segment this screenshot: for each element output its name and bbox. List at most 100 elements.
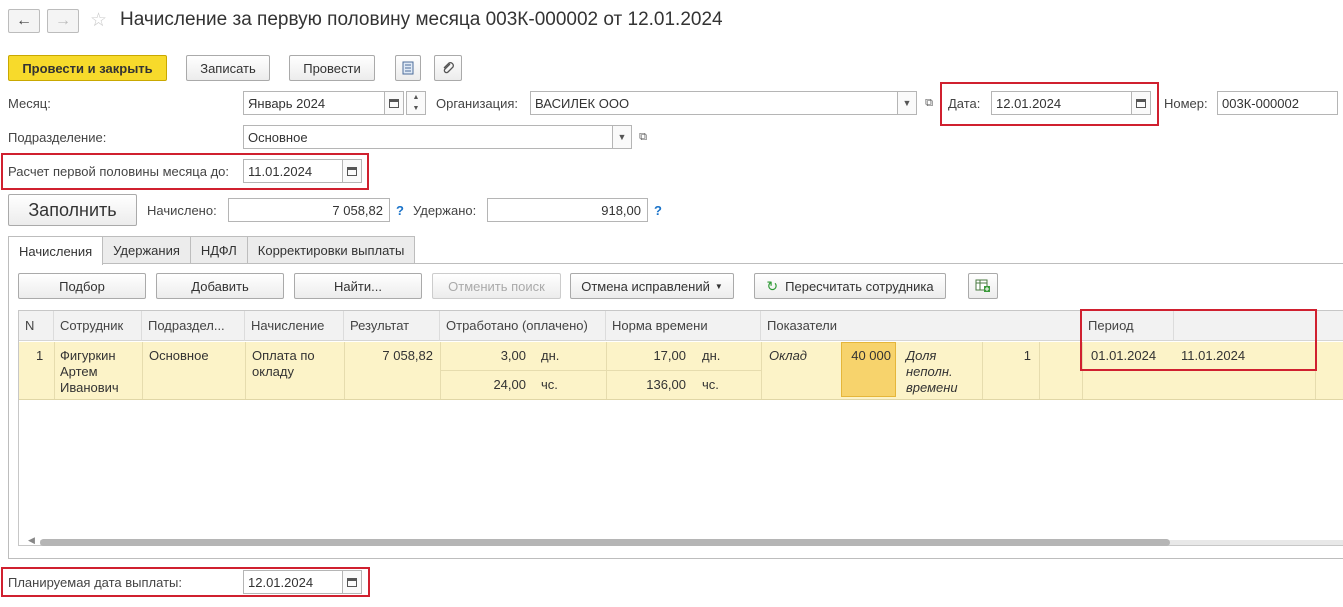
accruals-table[interactable]: N Сотрудник Подраздел... Начисление Резу…	[18, 310, 1343, 546]
organization-dropdown-button[interactable]: ▼	[897, 91, 917, 115]
cell-indicator-value[interactable]: 40 000	[841, 342, 896, 397]
tab-ndfl[interactable]: НДФЛ	[189, 236, 248, 264]
cell-accrual-line2: окладу	[252, 364, 294, 379]
attach-button[interactable]	[434, 55, 462, 81]
planned-date-calendar-button[interactable]	[342, 570, 362, 594]
row-inner-divider	[440, 370, 761, 371]
department-open-button[interactable]: ⧉	[634, 128, 652, 146]
organization-label: Организация:	[436, 96, 519, 111]
date-label: Дата:	[948, 96, 981, 111]
calendar-icon	[347, 166, 357, 176]
back-button[interactable]: ←	[8, 9, 40, 33]
scrollbar-thumb[interactable]	[40, 539, 1170, 546]
withheld-help-icon[interactable]: ?	[654, 203, 662, 218]
calc-until-label: Расчет первой половины месяца до:	[8, 164, 229, 179]
post-and-close-button[interactable]: Провести и закрыть	[8, 55, 167, 81]
row-divider	[344, 342, 345, 399]
calendar-icon	[1136, 98, 1146, 108]
row-divider	[761, 342, 762, 399]
add-button[interactable]: Добавить	[156, 273, 284, 299]
month-field[interactable]: Январь 2024 ▲ ▼	[243, 91, 426, 115]
column-header-accrual[interactable]: Начисление	[245, 311, 344, 341]
scroll-left-icon[interactable]: ◀	[28, 535, 35, 546]
cancel-corrections-button[interactable]: Отмена исправлений ▼	[570, 273, 734, 299]
tab-deductions[interactable]: Удержания	[102, 236, 191, 264]
cancel-corrections-label: Отмена исправлений	[581, 278, 710, 294]
cell-n: 1	[36, 348, 44, 363]
page-title: Начисление за первую половину месяца 003…	[120, 9, 723, 30]
cell-norm-hours: 136,00	[646, 377, 686, 392]
cell-employee-line2: Артем	[60, 364, 98, 379]
cell-employee-line3: Иванович	[60, 380, 119, 395]
department-field[interactable]: Основное ▼	[243, 125, 632, 149]
open-link-icon: ⧉	[639, 130, 647, 143]
month-spinner[interactable]: ▲ ▼	[406, 91, 426, 115]
planned-date-field[interactable]: 12.01.2024	[243, 570, 362, 594]
cell-norm-hours-unit: чс.	[702, 377, 719, 392]
date-field[interactable]: 12.01.2024	[991, 91, 1151, 115]
chevron-down-icon: ▼	[902, 98, 912, 108]
cell-employee-line1: Фигуркин	[60, 348, 116, 363]
column-header-employee[interactable]: Сотрудник	[54, 311, 142, 341]
row-divider	[1039, 342, 1040, 399]
cell-worked-days: 3,00	[500, 348, 526, 363]
withheld-field: 918,00	[487, 198, 648, 222]
row-divider	[245, 342, 246, 399]
cell-worked-hours-unit: чс.	[541, 377, 558, 392]
planned-date-label: Планируемая дата выплаты:	[8, 575, 182, 590]
row-divider	[982, 342, 983, 399]
accrued-help-icon[interactable]: ?	[396, 203, 404, 218]
organization-value: ВАСИЛЕК ООО	[535, 95, 630, 111]
column-header-period[interactable]: Период	[1082, 311, 1174, 341]
cell-part-time-value: 1	[1023, 348, 1031, 363]
cancel-search-button[interactable]: Отменить поиск	[432, 273, 561, 299]
cell-norm-days: 17,00	[653, 348, 686, 363]
tab-accruals[interactable]: Начисления	[8, 236, 104, 265]
tab-payment-corrections[interactable]: Корректировки выплаты	[246, 236, 416, 264]
fill-button[interactable]: Заполнить	[8, 194, 137, 226]
cell-result: 7 058,82	[382, 348, 433, 363]
column-header-indicators[interactable]: Показатели	[761, 311, 1082, 341]
forward-button[interactable]: →	[47, 9, 79, 33]
row-divider	[1315, 342, 1316, 399]
favorite-star-icon[interactable]: ☆	[90, 9, 107, 32]
cell-department: Основное	[149, 348, 209, 363]
recalculate-employee-button[interactable]: ↻ Пересчитать сотрудника	[754, 273, 946, 299]
table-add-icon	[975, 279, 990, 292]
column-header-period-end[interactable]	[1174, 311, 1343, 341]
grid-settings-button[interactable]	[968, 273, 998, 299]
cell-indicator-name: Оклад	[769, 348, 807, 363]
date-calendar-button[interactable]	[1131, 91, 1151, 115]
calendar-icon	[347, 577, 357, 587]
organization-field[interactable]: ВАСИЛЕК ООО ▼	[530, 91, 917, 115]
column-header-result[interactable]: Результат	[344, 311, 440, 341]
post-button[interactable]: Провести	[289, 55, 375, 81]
month-calendar-button[interactable]	[384, 91, 404, 115]
chevron-down-icon: ▼	[714, 281, 723, 291]
save-button[interactable]: Записать	[186, 55, 270, 81]
column-header-department[interactable]: Подраздел...	[142, 311, 245, 341]
print-button[interactable]	[395, 55, 421, 81]
organization-open-button[interactable]: ⧉	[920, 94, 938, 112]
column-header-worked[interactable]: Отработано (оплачено)	[440, 311, 606, 341]
horizontal-scrollbar[interactable]: ◀	[28, 535, 1343, 546]
cell-part-time-line1: Доля	[906, 348, 937, 363]
cell-part-time-line2: неполн.	[906, 364, 953, 379]
calc-until-field[interactable]: 11.01.2024	[243, 159, 362, 183]
cell-part-time-line3: времени	[906, 380, 958, 395]
row-bottom-divider	[19, 399, 1343, 400]
select-button[interactable]: Подбор	[18, 273, 146, 299]
find-button[interactable]: Найти...	[294, 273, 422, 299]
open-link-icon: ⧉	[925, 96, 933, 109]
cell-accrual-line1: Оплата по	[252, 348, 315, 363]
calc-until-calendar-button[interactable]	[342, 159, 362, 183]
refresh-icon: ↻	[766, 277, 779, 294]
column-header-n[interactable]: N	[19, 311, 54, 341]
spin-up-icon: ▲	[412, 94, 420, 101]
department-dropdown-button[interactable]: ▼	[612, 125, 632, 149]
column-header-norm[interactable]: Норма времени	[606, 311, 761, 341]
date-value: 12.01.2024	[996, 95, 1062, 111]
spin-down-icon: ▼	[412, 105, 420, 112]
number-field[interactable]: 003К-000002	[1217, 91, 1338, 115]
department-label: Подразделение:	[8, 130, 107, 145]
